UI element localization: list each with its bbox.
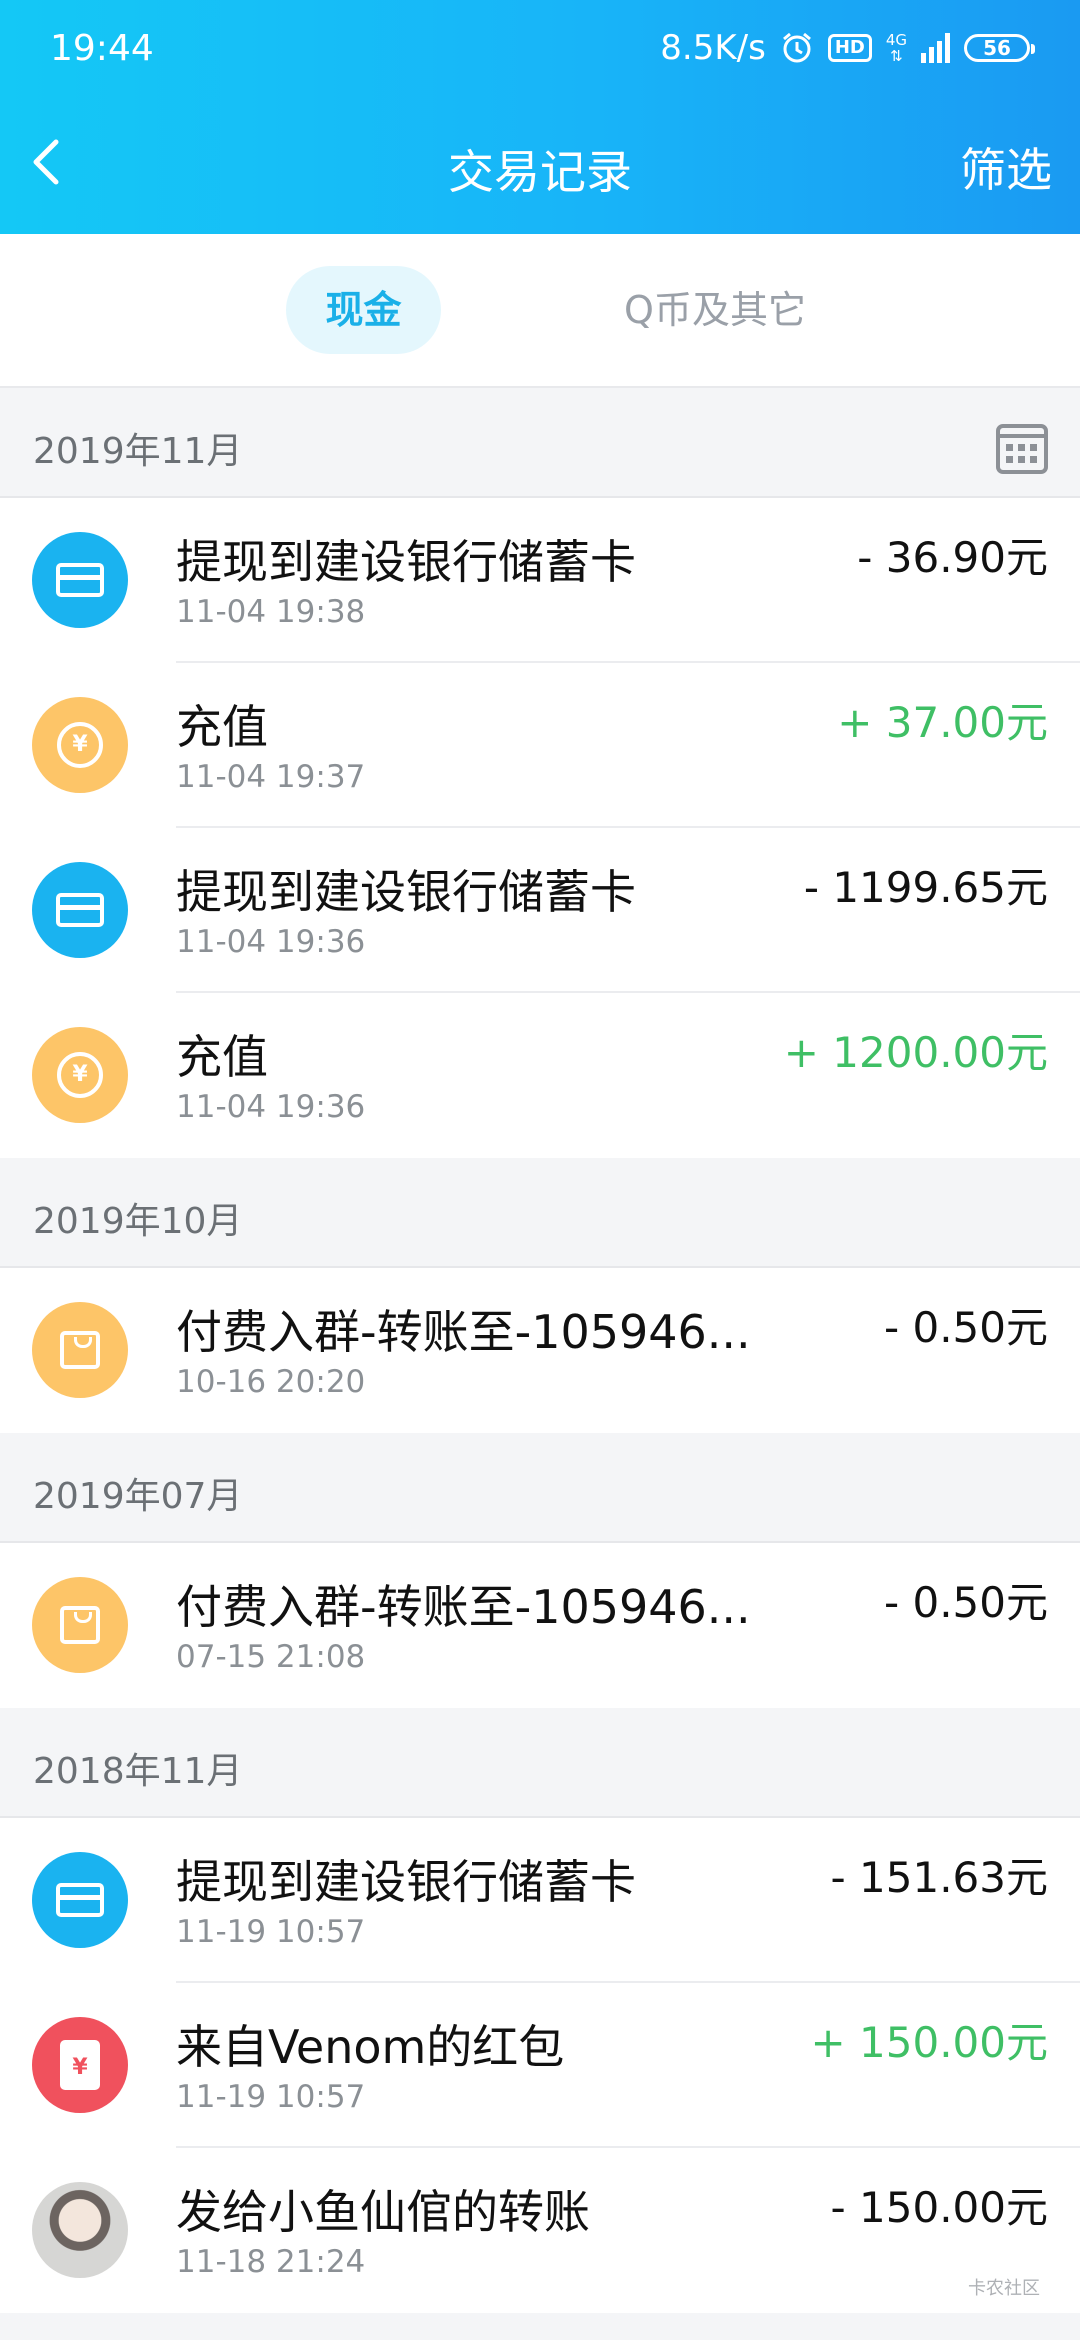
transaction-amount: - 151.63元	[830, 1853, 1048, 1902]
transaction-title: 充值	[176, 700, 268, 754]
app-header: 19:44 8.5K/s HD 4G ⇅ 56 交易记录 筛选	[0, 0, 1080, 234]
tab-cash[interactable]: 现金	[286, 266, 441, 354]
month-label: 2018年11月	[33, 1751, 243, 1792]
transaction-time: 07-15 21:08	[176, 1639, 366, 1675]
month-label: 2019年07月	[33, 1476, 243, 1517]
transaction-row[interactable]: ¥ 来自Venom的红包 11-19 10:57 + 150.00元	[0, 1983, 1080, 2148]
hd-badge: HD	[827, 34, 872, 62]
transaction-title: 提现到建设银行储蓄卡	[176, 1855, 636, 1909]
network-speed: 8.5K/s	[660, 28, 766, 68]
transaction-group: 付费入群-转账至-105946... 07-15 21:08 - 0.50元	[0, 1543, 1080, 1708]
transaction-title: 付费入群-转账至-105946...	[176, 1305, 751, 1359]
transaction-row[interactable]: 付费入群-转账至-105946... 07-15 21:08 - 0.50元	[0, 1543, 1080, 1708]
filter-button[interactable]: 筛选	[960, 134, 1052, 200]
transaction-amount: - 1199.65元	[803, 863, 1048, 912]
signal-icon	[921, 33, 950, 63]
transaction-row[interactable]: 提现到建设银行储蓄卡 11-04 19:38 - 36.90元	[0, 498, 1080, 663]
tab-q-coins[interactable]: Q币及其它	[580, 266, 850, 354]
transaction-group: 提现到建设银行储蓄卡 11-04 19:38 - 36.90元 ¥ 充值 11-04 19…	[0, 498, 1080, 1158]
alarm-icon	[782, 32, 811, 63]
transaction-time: 10-16 20:20	[176, 1364, 366, 1400]
watermark-logo: 卡农社区	[968, 2278, 1040, 2299]
avatar	[32, 2182, 128, 2278]
nav-bar: 交易记录 筛选	[0, 110, 1080, 220]
transaction-group: 提现到建设银行储蓄卡 11-19 10:57 - 151.63元 ¥ 来自Venom的红…	[0, 1818, 1080, 2313]
shopping-bag-icon	[32, 1577, 128, 1673]
transaction-group: 付费入群-转账至-105946... 10-16 20:20 - 0.50元	[0, 1268, 1080, 1433]
transaction-title: 来自Venom的红包	[176, 2020, 565, 2074]
transaction-time: 11-18 21:24	[176, 2244, 366, 2280]
transaction-time: 11-19 10:57	[176, 1914, 366, 1950]
transaction-time: 11-04 19:38	[176, 594, 366, 630]
card-icon	[32, 532, 128, 628]
transaction-amount: - 36.90元	[857, 533, 1048, 582]
transaction-amount: - 150.00元	[830, 2183, 1048, 2232]
transaction-time: 11-04 19:36	[176, 924, 366, 960]
page-title: 交易记录	[448, 145, 632, 199]
transaction-row[interactable]: ¥ 充值 11-04 19:36 + 1200.00元	[0, 993, 1080, 1158]
transaction-time: 11-04 19:36	[176, 1089, 366, 1125]
transaction-title: 提现到建设银行储蓄卡	[176, 865, 636, 919]
battery-icon: 56	[964, 34, 1035, 62]
transaction-amount: + 37.00元	[837, 698, 1048, 747]
transaction-row[interactable]: ¥ 充值 11-04 19:37 + 37.00元	[0, 663, 1080, 828]
month-label: 2019年10月	[33, 1201, 243, 1242]
card-icon	[32, 862, 128, 958]
transaction-amount: - 0.50元	[883, 1578, 1048, 1627]
status-bar: 19:44 8.5K/s HD 4G ⇅ 56	[0, 0, 1080, 100]
tab-bar: 现金 Q币及其它	[0, 234, 1080, 388]
status-icons: 8.5K/s HD 4G ⇅ 56	[660, 26, 1035, 70]
transaction-title: 发给小鱼仙倌的转账	[176, 2185, 590, 2239]
month-label: 2019年11月	[33, 431, 243, 472]
transaction-list: 2019年11月提现到建设银行储蓄卡 11-04 19:38 - 36.90元 ¥ 充值…	[0, 388, 1080, 2313]
status-time: 19:44	[50, 28, 154, 69]
month-header: 2019年11月	[0, 388, 1080, 498]
transaction-title: 充值	[176, 1030, 268, 1084]
calendar-icon[interactable]	[996, 424, 1048, 474]
yuan-coin-icon: ¥	[32, 697, 128, 793]
month-header: 2018年11月	[0, 1708, 1080, 1818]
transaction-title: 付费入群-转账至-105946...	[176, 1580, 751, 1634]
shopping-bag-icon	[32, 1302, 128, 1398]
red-envelope-icon: ¥	[32, 2017, 128, 2113]
network-type: 4G ⇅	[885, 31, 907, 65]
transaction-row[interactable]: 提现到建设银行储蓄卡 11-04 19:36 - 1199.65元	[0, 828, 1080, 993]
month-header: 2019年07月	[0, 1433, 1080, 1543]
transaction-amount: + 1200.00元	[783, 1028, 1048, 1077]
transaction-time: 11-19 10:57	[176, 2079, 366, 2115]
yuan-coin-icon: ¥	[32, 1027, 128, 1123]
transaction-time: 11-04 19:37	[176, 759, 366, 795]
transaction-row[interactable]: 提现到建设银行储蓄卡 11-19 10:57 - 151.63元	[0, 1818, 1080, 1983]
transaction-amount: + 150.00元	[810, 2018, 1048, 2067]
transaction-amount: - 0.50元	[883, 1303, 1048, 1352]
month-header: 2019年10月	[0, 1158, 1080, 1268]
transaction-row[interactable]: 付费入群-转账至-105946... 10-16 20:20 - 0.50元	[0, 1268, 1080, 1433]
transaction-title: 提现到建设银行储蓄卡	[176, 535, 636, 589]
card-icon	[32, 1852, 128, 1948]
